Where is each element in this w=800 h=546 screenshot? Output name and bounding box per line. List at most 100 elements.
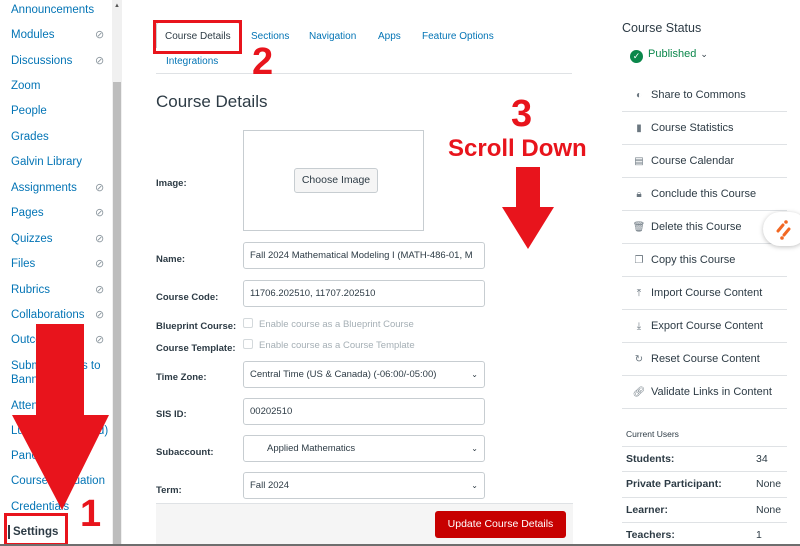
annotation-box-course-details <box>153 20 242 54</box>
tab-feature-options[interactable]: Feature Options <box>422 31 494 42</box>
user-role-label: Learner: <box>626 504 669 516</box>
eye-slash-icon: ⊘ <box>95 258 105 270</box>
sidebar-item-files[interactable]: Files ⊘ <box>11 257 111 271</box>
sis-id-label: SIS ID: <box>156 409 187 420</box>
sidebar-scrollbar[interactable]: ▲ <box>112 0 122 546</box>
share-commons-icon: ◐ <box>635 90 643 101</box>
eye-slash-icon: ⊘ <box>95 284 105 296</box>
sidebar-item-zoom[interactable]: Zoom <box>11 79 111 93</box>
update-course-details-button[interactable]: Update Course Details <box>435 511 566 538</box>
upload-icon: ⤒ <box>636 288 642 299</box>
sidebar-item-label: Assignments <box>11 182 77 194</box>
sidebar-item-grades[interactable]: Grades <box>11 130 111 144</box>
term-select[interactable]: Fall 2024 ⌄ <box>243 472 485 499</box>
choose-image-button[interactable]: Choose Image <box>294 168 378 193</box>
pendo-resource-center-button[interactable] <box>763 212 800 246</box>
link-icon: 🔗︎ <box>632 387 646 398</box>
sidebar-item-quizzes[interactable]: Quizzes ⊘ <box>11 232 111 246</box>
tab-apps[interactable]: Apps <box>378 31 401 42</box>
template-label: Course Template: <box>156 343 236 354</box>
blueprint-checkbox-text: Enable course as a Blueprint Course <box>259 319 414 330</box>
scroll-up-arrow-icon[interactable]: ▲ <box>113 2 121 10</box>
sidebar-item-modules[interactable]: Modules ⊘ <box>11 28 111 42</box>
sidebar-item-assignments[interactable]: Assignments ⊘ <box>11 181 111 195</box>
template-checkbox-text: Enable course as a Course Template <box>259 340 415 351</box>
sidebar-item-discussions[interactable]: Discussions ⊘ <box>11 54 111 68</box>
user-role-label: Teachers: <box>626 529 675 541</box>
chevron-down-icon: ⌄ <box>700 49 708 59</box>
current-users-title: Current Users <box>626 429 679 439</box>
sidebar-item-label: People <box>11 105 47 117</box>
timezone-select[interactable]: Central Time (US & Canada) (-06:00/-05:0… <box>243 361 485 388</box>
course-code-input[interactable]: 11706.202510, 11707.202510 <box>243 280 485 307</box>
user-role-label: Students: <box>626 453 675 465</box>
template-checkbox-row[interactable]: Enable course as a Course Template <box>243 339 415 351</box>
course-action-label: Reset Course Content <box>651 353 760 365</box>
sidebar-item-collaborations[interactable]: Collaborations ⊘ <box>11 308 111 322</box>
lock-icon: 🔒︎ <box>636 189 642 200</box>
course-action-label: Delete this Course <box>651 221 742 233</box>
eye-slash-icon: ⊘ <box>95 55 105 67</box>
eye-slash-icon: ⊘ <box>95 29 105 41</box>
course-action-label: Course Calendar <box>651 155 735 167</box>
user-role-count: 34 <box>756 453 768 465</box>
sidebar-item-people[interactable]: People <box>11 104 111 118</box>
publish-status-label: Published <box>648 48 697 60</box>
publish-status-button[interactable]: ✓ Published ⌄ <box>630 48 708 63</box>
course-action-label: Conclude this Course <box>651 188 757 200</box>
image-label: Image: <box>156 178 187 189</box>
course-action-validate-links-in-content[interactable]: 🔗︎ Validate Links in Content <box>622 376 787 409</box>
sidebar-item-label: Quizzes <box>11 233 53 245</box>
sidebar-item-label: Pages <box>11 207 44 219</box>
form-actions-bar: Update Course Details <box>156 503 573 546</box>
sis-id-input[interactable]: 00202510 <box>243 398 485 425</box>
subaccount-select[interactable]: Applied Mathematics ⌄ <box>243 435 485 462</box>
course-image-box: Choose Image <box>243 130 424 231</box>
subaccount-label: Subaccount: <box>156 447 214 458</box>
course-status-title: Course Status <box>622 21 702 35</box>
sidebar-item-label: Collaborations <box>11 309 85 321</box>
timezone-label: Time Zone: <box>156 372 207 383</box>
trash-icon: 🗑︎ <box>632 222 646 233</box>
sidebar-item-label: Grades <box>11 131 49 143</box>
chevron-down-icon: ⌄ <box>471 481 478 490</box>
course-name-input[interactable]: Fall 2024 Mathematical Modeling I (MATH-… <box>243 242 485 269</box>
canvas-course-settings-page: Announcements Modules ⊘ Discussions ⊘ Zoom… <box>0 0 800 546</box>
sidebar-item-label: Rubrics <box>11 284 50 296</box>
course-action-reset-course-content[interactable]: ↻ Reset Course Content <box>622 343 787 376</box>
course-action-share-to-commons[interactable]: ◐ Share to Commons <box>622 79 787 112</box>
annotation-step-2: 2 <box>252 41 274 83</box>
course-action-label: Validate Links in Content <box>651 386 772 398</box>
bar-chart-icon: ▮ <box>636 123 642 134</box>
user-role-count: None <box>756 504 782 516</box>
copy-icon: ❐ <box>634 255 644 266</box>
sidebar-item-label: Galvin Library <box>11 156 82 168</box>
sidebar-item-pages[interactable]: Pages ⊘ <box>11 206 111 220</box>
sidebar-item-rubrics[interactable]: Rubrics ⊘ <box>11 283 111 297</box>
eye-slash-icon: ⊘ <box>95 309 105 321</box>
sidebar-item-announcements[interactable]: Announcements <box>11 3 111 17</box>
user-role-count: None <box>756 478 782 490</box>
course-action-course-statistics[interactable]: ▮ Course Statistics <box>622 112 787 145</box>
course-action-export-course-content[interactable]: ⤓ Export Course Content <box>622 310 787 343</box>
sidebar-item-galvin-library[interactable]: Galvin Library <box>11 155 111 169</box>
blueprint-checkbox[interactable] <box>243 318 253 328</box>
reset-icon: ↻ <box>634 354 644 365</box>
annotation-box-settings <box>4 513 68 546</box>
course-action-import-course-content[interactable]: ⤒ Import Course Content <box>622 277 787 310</box>
blueprint-checkbox-row[interactable]: Enable course as a Blueprint Course <box>243 318 414 330</box>
sidebar-item-label: Zoom <box>11 80 41 92</box>
tab-navigation[interactable]: Navigation <box>309 31 356 42</box>
annotation-scroll-down: Scroll Down <box>448 135 587 162</box>
course-action-conclude-this-course[interactable]: 🔒︎ Conclude this Course <box>622 178 787 211</box>
course-action-label: Import Course Content <box>651 287 763 299</box>
scrollbar-thumb[interactable] <box>113 82 121 546</box>
template-checkbox[interactable] <box>243 339 253 349</box>
course-action-course-calendar[interactable]: ▤ Course Calendar <box>622 145 787 178</box>
course-action-copy-this-course[interactable]: ❐ Copy this Course <box>622 244 787 277</box>
chevron-down-icon: ⌄ <box>471 444 478 453</box>
current-users-row: Teachers: 1 <box>622 522 787 546</box>
chevron-down-icon: ⌄ <box>471 370 478 379</box>
course-action-label: Course Statistics <box>651 122 734 134</box>
tab-integrations[interactable]: Integrations <box>166 56 218 67</box>
